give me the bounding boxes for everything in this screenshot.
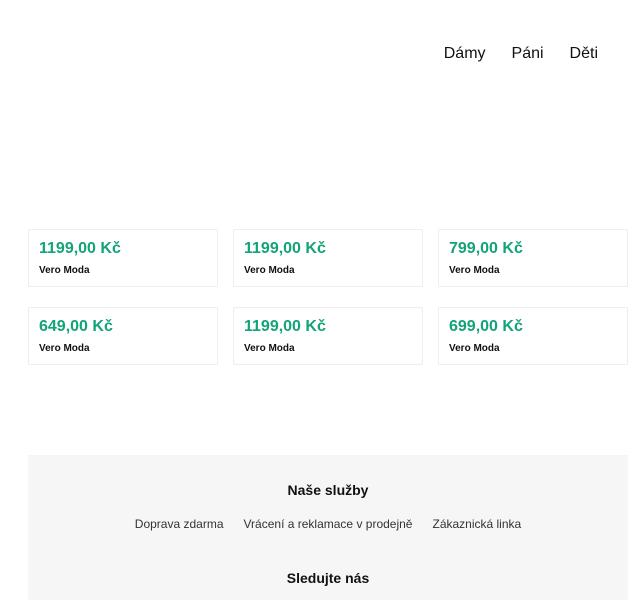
product-brand: Vero Moda — [449, 265, 500, 276]
footer-link-customer-line[interactable]: Zákaznická linka — [432, 517, 521, 532]
product-card[interactable]: 699,00 Kč Vero Moda — [438, 307, 628, 365]
product-card[interactable]: 1199,00 Kč Vero Moda — [28, 229, 218, 287]
product-price: 649,00 Kč — [39, 318, 113, 335]
product-listing-page: Dámy Páni Děti 1199,00 Kč Vero Moda 1199… — [0, 0, 640, 600]
product-grid: 1199,00 Kč Vero Moda 1199,00 Kč Vero Mod… — [28, 229, 628, 365]
product-brand: Vero Moda — [244, 343, 295, 354]
product-price: 1199,00 Kč — [244, 240, 326, 257]
nav-link-damy[interactable]: Dámy — [444, 44, 486, 64]
product-card[interactable]: 1199,00 Kč Vero Moda — [233, 307, 423, 365]
footer-link-free-delivery[interactable]: Doprava zdarma — [135, 517, 224, 532]
footer-services-links: Doprava zdarma Vrácení a reklamace v pro… — [28, 517, 628, 532]
product-price: 699,00 Kč — [449, 318, 523, 335]
main-navigation: Dámy Páni Děti — [444, 44, 598, 64]
product-brand: Vero Moda — [244, 265, 295, 276]
product-brand: Vero Moda — [39, 265, 90, 276]
site-footer: Naše služby Doprava zdarma Vrácení a rek… — [28, 455, 628, 600]
product-price: 1199,00 Kč — [39, 240, 121, 257]
nav-link-deti[interactable]: Děti — [570, 44, 598, 64]
footer-follow-title: Sledujte nás — [286, 570, 370, 586]
product-price: 1199,00 Kč — [244, 318, 326, 335]
product-price: 799,00 Kč — [449, 240, 523, 257]
product-card[interactable]: 1199,00 Kč Vero Moda — [233, 229, 423, 287]
product-brand: Vero Moda — [449, 343, 500, 354]
nav-link-pani[interactable]: Páni — [512, 44, 544, 64]
product-brand: Vero Moda — [39, 343, 90, 354]
product-card[interactable]: 799,00 Kč Vero Moda — [438, 229, 628, 287]
footer-link-returns[interactable]: Vrácení a reklamace v prodejně — [244, 517, 413, 532]
product-card[interactable]: 649,00 Kč Vero Moda — [28, 307, 218, 365]
footer-services-title: Naše služby — [287, 482, 369, 498]
